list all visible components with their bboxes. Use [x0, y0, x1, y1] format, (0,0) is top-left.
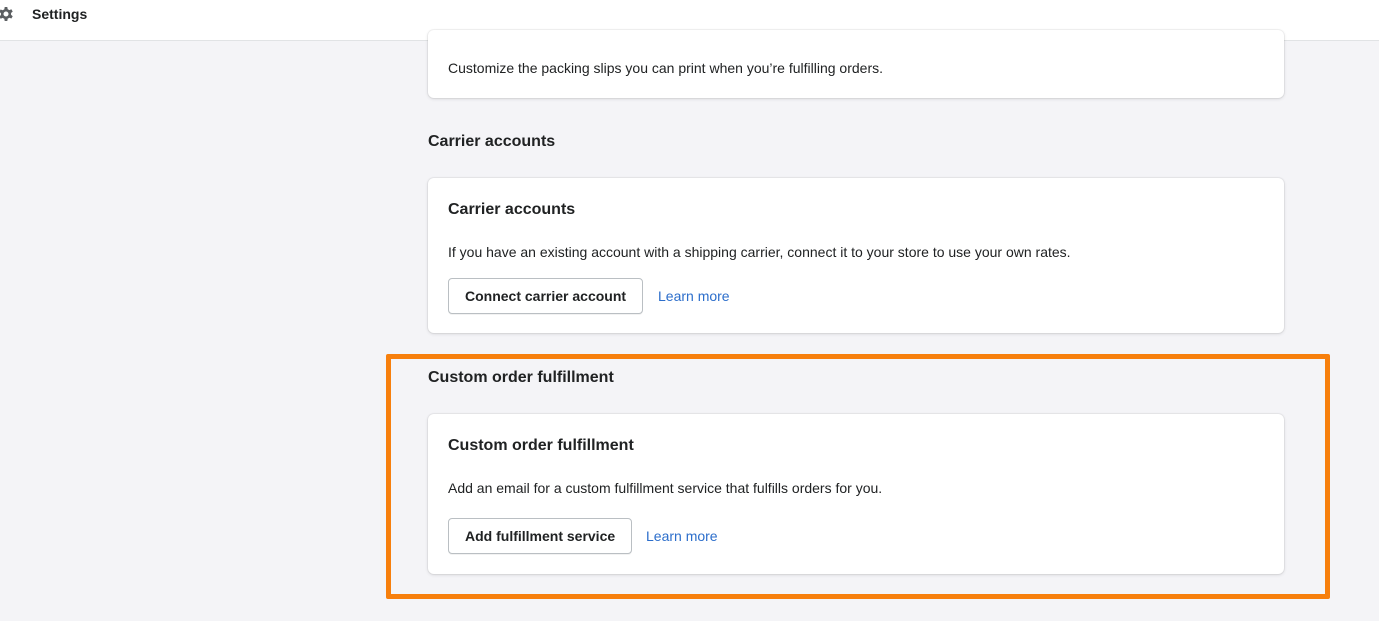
add-fulfillment-service-button[interactable]: Add fulfillment service: [448, 518, 633, 554]
carrier-accounts-card-title: Carrier accounts: [448, 201, 576, 218]
custom-fulfillment-description: Add an email for a custom fulfillment se…: [448, 480, 883, 496]
custom-fulfillment-card: Custom order fulfillment Add an email fo…: [428, 414, 1284, 574]
carrier-accounts-section-heading: Carrier accounts: [428, 133, 556, 150]
page-title: Settings: [32, 6, 88, 22]
carrier-accounts-learn-more-link[interactable]: Learn more: [658, 286, 730, 306]
custom-fulfillment-card-title: Custom order fulfillment: [448, 437, 634, 454]
packing-slip-card: Customize the packing slips you can prin…: [428, 30, 1284, 98]
carrier-accounts-card: Carrier accounts If you have an existing…: [428, 178, 1284, 333]
custom-fulfillment-learn-more-link[interactable]: Learn more: [646, 526, 718, 546]
connect-carrier-account-button[interactable]: Connect carrier account: [448, 278, 644, 314]
gear-icon[interactable]: [0, 4, 16, 24]
custom-fulfillment-section-heading: Custom order fulfillment: [428, 369, 614, 386]
packing-slip-description: Customize the packing slips you can prin…: [448, 60, 883, 76]
carrier-accounts-description: If you have an existing account with a s…: [448, 244, 1071, 260]
